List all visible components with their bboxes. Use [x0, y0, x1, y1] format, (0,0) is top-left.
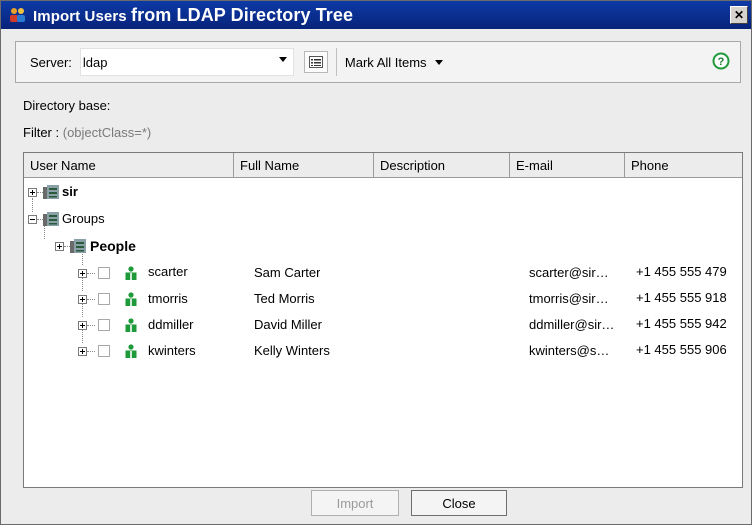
user-icon: [125, 266, 137, 280]
select-checkbox[interactable]: [98, 345, 110, 357]
server-value: ldap: [82, 54, 108, 70]
list-icon: [308, 56, 323, 68]
email-cell: tmorris@sir…: [529, 291, 609, 306]
window-title: Import Users from LDAP Directory Tree: [33, 4, 354, 25]
column-header-description[interactable]: Description: [374, 153, 510, 177]
column-header-phone[interactable]: Phone: [625, 153, 742, 177]
user-name-cell: ddmiller: [148, 317, 194, 332]
full-name-cell: David Miller: [254, 317, 322, 332]
ldap-folder-icon: [70, 239, 86, 253]
users-grid: User Name Full Name Description E-mail P…: [23, 152, 743, 488]
mark-all-items-label: Mark All Items: [344, 54, 427, 70]
email-cell: scarter@sir…: [529, 265, 609, 280]
phone-cell: +1 455 555 906: [636, 342, 727, 357]
tree-node-groups[interactable]: Groups: [24, 207, 742, 231]
phone-cell: +1 455 555 918: [636, 290, 727, 305]
import-button[interactable]: Import: [311, 490, 399, 516]
expand-icon[interactable]: [78, 295, 87, 304]
users-icon: [9, 6, 27, 24]
user-icon: [125, 344, 137, 358]
column-header-email[interactable]: E-mail: [510, 153, 625, 177]
tree-node-label: sir: [62, 184, 78, 199]
table-row[interactable]: ddmiller David Miller ddmiller@sir… +1 4…: [24, 312, 742, 336]
select-checkbox[interactable]: [98, 293, 110, 305]
column-header-full-name[interactable]: Full Name: [234, 153, 374, 177]
expand-icon[interactable]: [78, 347, 87, 356]
expand-icon[interactable]: [78, 269, 87, 278]
close-icon[interactable]: ✕: [730, 6, 748, 24]
user-name-cell: tmorris: [148, 291, 188, 306]
tree-node-sir[interactable]: sir: [24, 180, 742, 204]
full-name-cell: Ted Morris: [254, 291, 315, 306]
table-row[interactable]: kwinters Kelly Winters kwinters@s… +1 45…: [24, 338, 742, 362]
directory-base-label: Directory base:: [23, 98, 111, 113]
ldap-folder-icon: [43, 185, 59, 199]
toolbar-separator: [335, 48, 337, 76]
server-properties-button[interactable]: [303, 51, 328, 73]
server-dropdown[interactable]: ldap: [79, 48, 294, 76]
select-checkbox[interactable]: [98, 319, 110, 331]
toolbar: Server: ldap Mark All Items ?: [15, 41, 741, 83]
title-bar[interactable]: Import Users from LDAP Directory Tree ✕: [1, 1, 751, 29]
expand-icon[interactable]: [55, 242, 64, 251]
table-row[interactable]: scarter Sam Carter scarter@sir… +1 455 5…: [24, 260, 742, 284]
tree-line: [87, 351, 95, 353]
column-header-user-name[interactable]: User Name: [24, 153, 234, 177]
grid-header: User Name Full Name Description E-mail P…: [24, 153, 742, 178]
table-row[interactable]: tmorris Ted Morris tmorris@sir… +1 455 5…: [24, 286, 742, 310]
full-name-cell: Kelly Winters: [254, 343, 330, 358]
full-name-cell: Sam Carter: [254, 265, 321, 280]
tree-node-people[interactable]: People: [24, 234, 742, 258]
chevron-down-icon: [434, 59, 443, 65]
expand-icon[interactable]: [78, 321, 87, 330]
filter-value: (objectClass=*): [62, 125, 152, 140]
tree-node-label: Groups: [62, 211, 105, 226]
email-cell: ddmiller@sir…: [529, 317, 615, 332]
collapse-icon[interactable]: [28, 215, 37, 224]
user-name-cell: kwinters: [148, 343, 196, 358]
tree-line: [87, 273, 95, 275]
chevron-down-icon: [278, 57, 287, 62]
email-cell: kwinters@s…: [529, 343, 610, 358]
phone-cell: +1 455 555 942: [636, 316, 727, 331]
select-checkbox[interactable]: [98, 267, 110, 279]
ldap-folder-icon: [43, 212, 59, 226]
import-users-dialog: Import Users from LDAP Directory Tree ✕ …: [0, 0, 752, 525]
tree-line: [87, 299, 95, 301]
help-icon[interactable]: ?: [712, 52, 730, 70]
user-icon: [125, 318, 137, 332]
user-icon: [125, 292, 137, 306]
filter-text: Filter : (objectClass=*): [23, 125, 151, 140]
expand-icon[interactable]: [28, 188, 37, 197]
close-button[interactable]: Close: [411, 490, 507, 516]
mark-all-items-menu[interactable]: Mark All Items: [345, 55, 443, 70]
user-name-cell: scarter: [148, 264, 188, 279]
server-label: Server:: [30, 54, 72, 70]
filter-label: Filter :: [23, 125, 63, 140]
tree-line: [87, 325, 95, 327]
phone-cell: +1 455 555 479: [636, 264, 727, 279]
svg-text:?: ?: [718, 56, 725, 68]
tree-node-label: People: [90, 238, 136, 254]
